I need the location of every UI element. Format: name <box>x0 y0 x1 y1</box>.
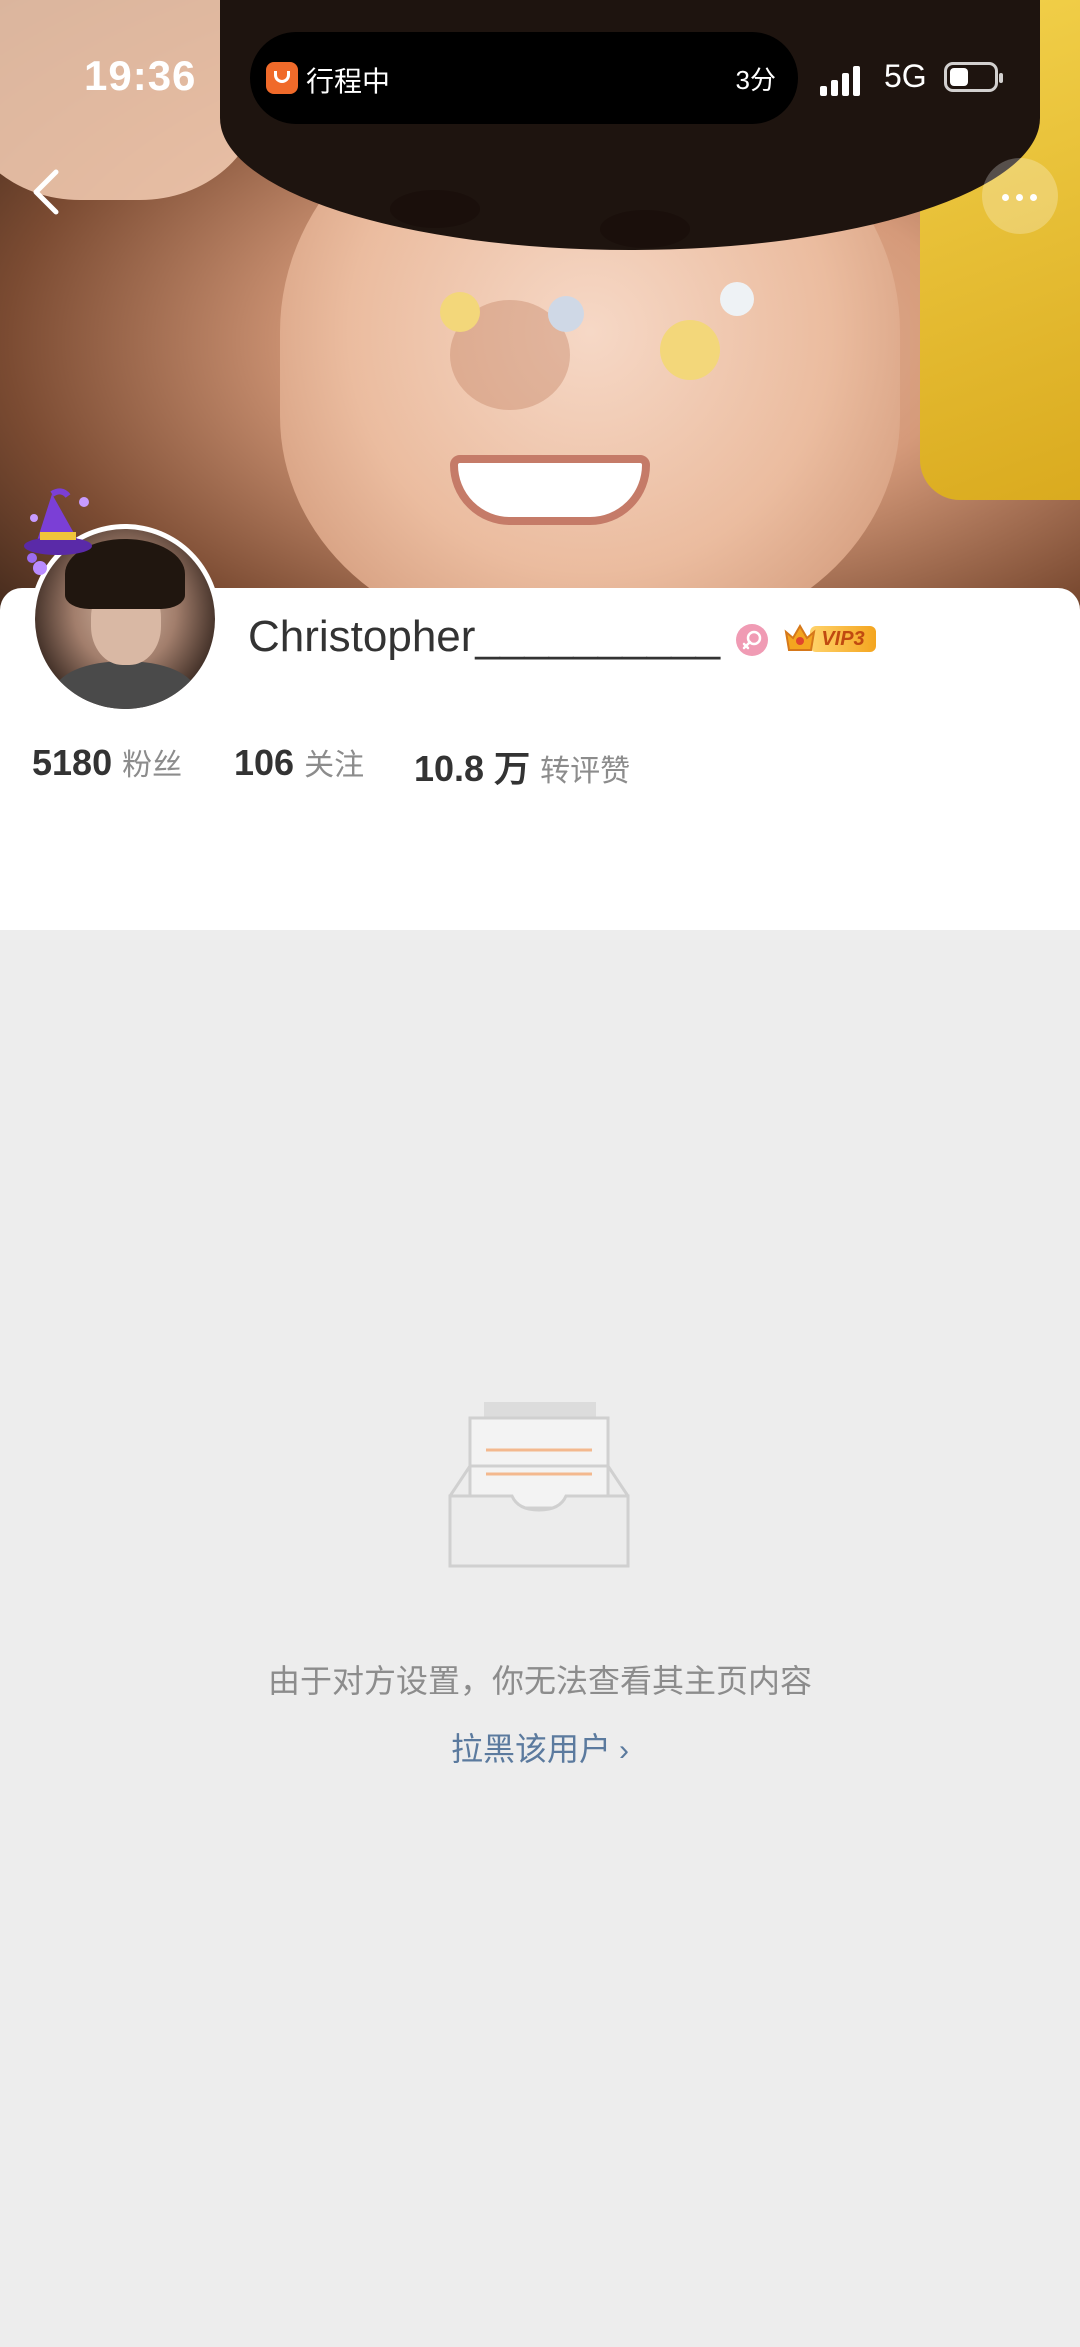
vip-crown-icon <box>784 624 816 651</box>
signal-icon <box>820 62 870 96</box>
witch-hat-icon <box>24 488 92 575</box>
empty-inbox-icon <box>448 1402 630 1568</box>
private-profile-message: 由于对方设置，你无法查看其主页内容 <box>267 1663 812 1699</box>
stat-value: 10.8 万 <box>414 748 531 789</box>
cover-eye-left <box>390 190 480 228</box>
female-gender-icon <box>742 630 762 650</box>
battery-icon <box>944 62 1003 92</box>
more-dots-icon <box>1002 194 1038 201</box>
status-bar: 19:36 行程中 3分 5G <box>0 0 1080 160</box>
stat-value: 5180 <box>32 742 113 783</box>
block-user-link[interactable]: 拉黑该用户 › <box>0 1724 1080 1770</box>
cover-sticker <box>440 292 480 332</box>
back-button[interactable] <box>20 160 80 220</box>
stat-reposts-comments-likes[interactable]: 10.8 万转评赞 <box>414 740 630 792</box>
stat-value: 106 <box>234 742 295 783</box>
status-time: 19:36 <box>84 52 197 99</box>
block-user-label: 拉黑该用户 <box>450 1731 611 1767</box>
cover-mouth <box>450 455 650 525</box>
stat-label: 粉丝 <box>122 749 183 782</box>
island-title: 行程中 <box>306 66 391 97</box>
stat-following[interactable]: 106 关注 <box>234 740 364 784</box>
vip-badge[interactable]: VIP3 <box>782 620 878 658</box>
back-arrow-icon <box>33 169 59 215</box>
stat-label: 关注 <box>304 749 365 782</box>
more-button[interactable] <box>982 158 1058 234</box>
island-eta: 3分 <box>735 65 776 95</box>
chevron-right-icon: › <box>619 1734 629 1767</box>
network-type: 5G <box>884 58 927 94</box>
cover-sticker <box>720 282 754 316</box>
stat-followers[interactable]: 5180 粉丝 <box>32 740 182 784</box>
gender-badge <box>736 624 768 656</box>
dynamic-island[interactable]: 行程中 3分 <box>250 32 798 124</box>
stat-label: 转评赞 <box>540 755 631 788</box>
username: Christopher__________ <box>248 612 721 661</box>
cover-sticker <box>660 320 720 380</box>
vip-label: VIP3 <box>810 626 876 652</box>
cover-sticker <box>548 296 584 332</box>
cover-eye-right <box>600 210 690 248</box>
ride-app-icon <box>266 62 298 94</box>
